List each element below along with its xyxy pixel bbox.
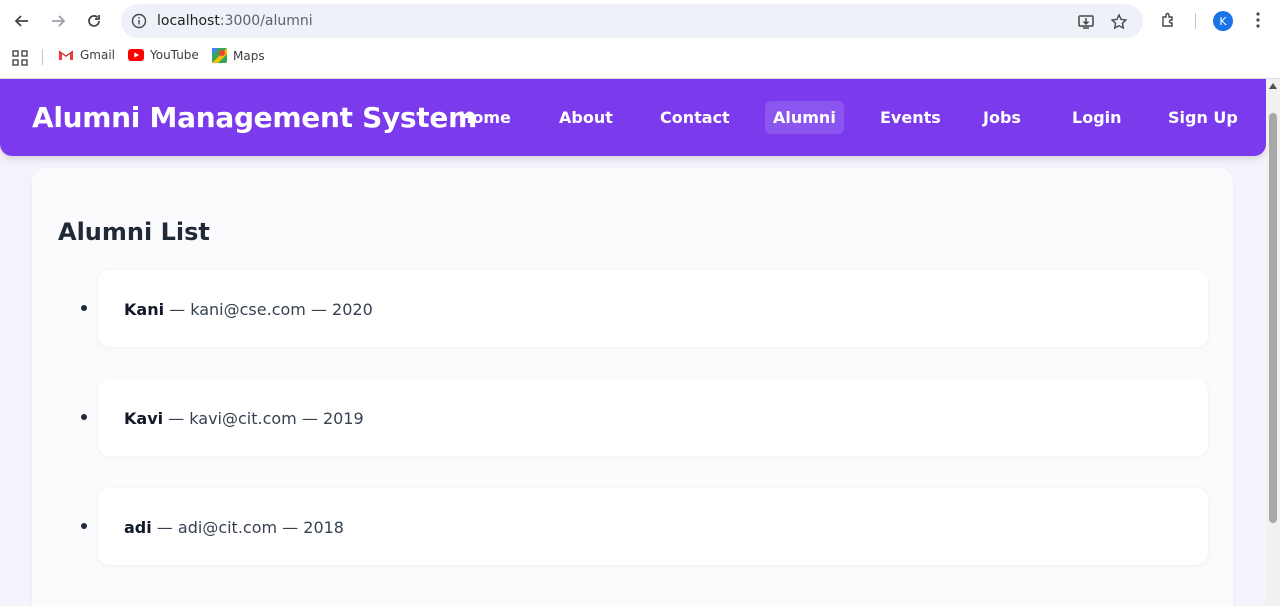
scroll-up-arrow-icon[interactable] (1269, 83, 1277, 89)
nav-link-events[interactable]: Events (872, 101, 949, 134)
alumni-email: kani@cse.com (190, 300, 306, 319)
alumni-year: 2020 (332, 300, 373, 319)
bookmark-star-icon[interactable] (1109, 12, 1129, 32)
page-title: Alumni List (58, 218, 210, 246)
list-item: Kani — kani@cse.com — 2020 (81, 270, 1208, 347)
bookmark-youtube[interactable]: YouTube (128, 48, 199, 62)
gmail-icon (58, 50, 74, 60)
toolbar-divider (1195, 13, 1196, 29)
alumni-name: Kavi (124, 409, 164, 428)
site-brand[interactable]: Alumni Management System (32, 101, 477, 134)
alumni-entry: adi — adi@cit.com — 2018 (124, 518, 344, 537)
alumni-name: Kani (124, 300, 165, 319)
browser-toolbar: localhost:3000/alumni K (0, 0, 1280, 41)
page-viewport: Alumni Management System Home About Cont… (0, 79, 1266, 606)
profile-avatar[interactable]: K (1213, 11, 1233, 31)
alumni-email: adi@cit.com (177, 518, 278, 537)
alumni-year: 2019 (322, 409, 364, 428)
list-item: adi — adi@cit.com — 2018 (81, 488, 1208, 565)
nav-link-contact[interactable]: Contact (652, 101, 738, 134)
nav-link-jobs[interactable]: Jobs (975, 101, 1029, 134)
nav-link-login[interactable]: Login (1064, 101, 1130, 134)
nav-link-about[interactable]: About (551, 101, 621, 134)
browser-chrome: localhost:3000/alumni K Gmail YouTube Ma… (0, 0, 1280, 79)
nav-link-home[interactable]: Home (451, 101, 519, 134)
reload-icon[interactable] (81, 8, 107, 34)
maps-icon (212, 48, 227, 63)
alumni-card: Alumni List Kani — kani@cse.com — 2020 K… (32, 168, 1233, 606)
back-arrow-icon[interactable] (9, 8, 35, 34)
nav-link-signup[interactable]: Sign Up (1160, 101, 1246, 134)
vertical-scrollbar[interactable] (1266, 79, 1280, 606)
bookmark-maps[interactable]: Maps (212, 48, 265, 63)
bullet-marker (81, 305, 87, 311)
alumni-name: adi (124, 518, 152, 537)
site-navbar: Alumni Management System Home About Cont… (0, 79, 1266, 156)
bookmark-gmail[interactable]: Gmail (58, 48, 115, 62)
scroll-thumb[interactable] (1269, 113, 1277, 523)
nav-link-alumni[interactable]: Alumni (765, 101, 844, 134)
list-item: Kavi — kavi@cit.com — 2019 (81, 379, 1208, 456)
bookmarks-bar: Gmail YouTube Maps (0, 44, 1280, 70)
alumni-entry: Kani — kani@cse.com — 2020 (124, 300, 373, 319)
alumni-entry: Kavi — kavi@cit.com — 2019 (124, 409, 364, 428)
alumni-email: kavi@cit.com (189, 409, 297, 428)
bullet-marker (81, 414, 87, 420)
youtube-icon (128, 49, 144, 61)
alumni-year: 2018 (303, 518, 344, 537)
more-menu-icon[interactable] (1247, 9, 1269, 31)
forward-arrow-icon[interactable] (45, 8, 71, 34)
install-app-icon[interactable] (1076, 12, 1096, 32)
address-bar[interactable]: localhost:3000/alumni (121, 4, 1143, 38)
bullet-marker (81, 523, 87, 529)
site-info-icon[interactable] (131, 13, 147, 29)
url-text: localhost:3000/alumni (157, 13, 313, 29)
extensions-icon[interactable] (1158, 9, 1180, 31)
